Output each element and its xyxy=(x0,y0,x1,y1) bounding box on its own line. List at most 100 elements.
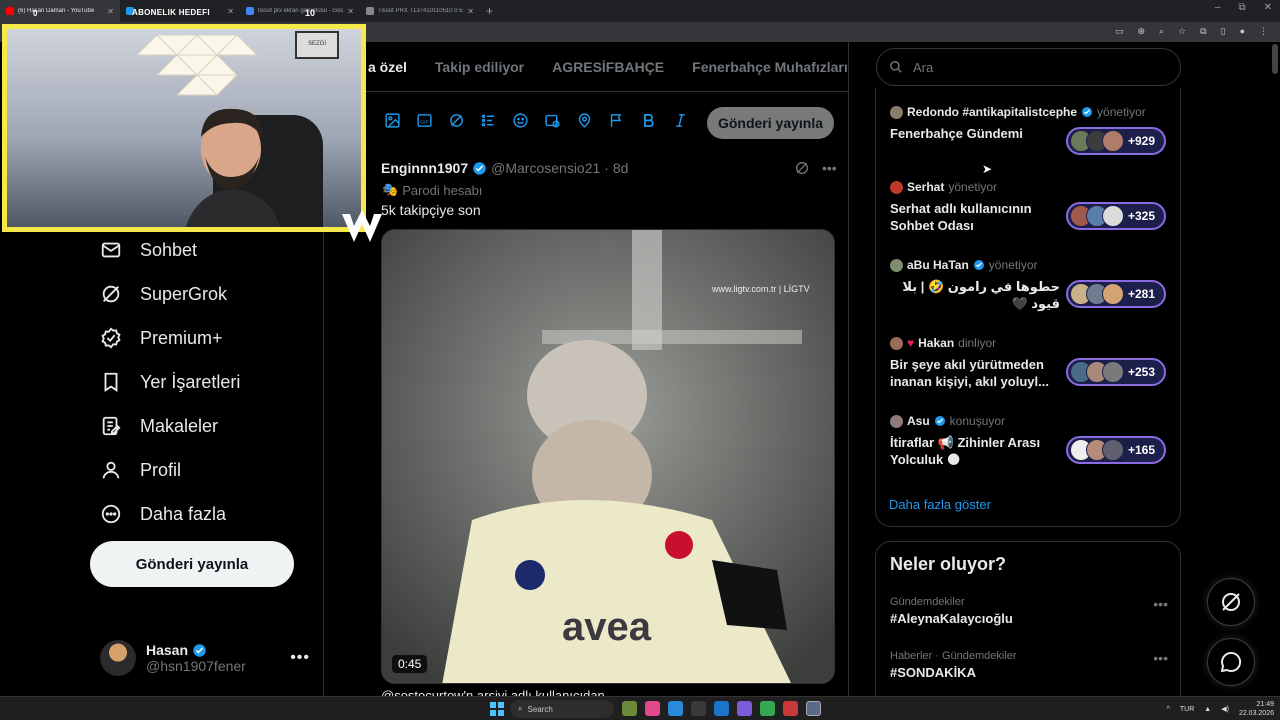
video-frame: avea www.ligtv.com.tr | LİGTV xyxy=(382,230,834,683)
extensions-icon[interactable]: ⧉ xyxy=(1200,26,1206,37)
trend-item[interactable]: Gündemdekiler #AleynaKalaycıoğlu ••• xyxy=(890,596,1168,626)
search-input[interactable] xyxy=(913,59,1153,75)
mask-icon: 🎭 xyxy=(382,182,399,197)
language-indicator[interactable]: TUR xyxy=(1180,706,1194,713)
page-scrollbar[interactable] xyxy=(1272,44,1278,74)
space-listeners-pill[interactable]: +281 xyxy=(1066,280,1166,308)
composer-publish-button[interactable]: Gönderi yayınla xyxy=(707,107,834,139)
volume-icon[interactable]: ◀) xyxy=(1221,705,1229,713)
space-listeners-pill[interactable]: +165 xyxy=(1066,436,1166,464)
grok-fab-button[interactable] xyxy=(1207,578,1255,626)
post-header: Enginnn1907 @Marcosensio21 · 8d xyxy=(381,160,628,176)
translate-icon[interactable]: ⊕ xyxy=(1138,26,1146,37)
nav-item-chat[interactable]: Sohbet xyxy=(88,228,318,272)
browser-tab-title: tissot prx ekran görüntüsü - Google xyxy=(258,8,344,14)
schedule-icon[interactable] xyxy=(544,112,561,129)
profile-icon[interactable]: ● xyxy=(1240,26,1245,37)
new-tab-button[interactable]: + xyxy=(486,4,493,18)
zoom-icon[interactable]: ⌕ xyxy=(1159,26,1164,37)
trend-more-icon[interactable]: ••• xyxy=(1153,650,1168,666)
post-button[interactable]: Gönderi yayınla xyxy=(90,541,294,587)
space-listeners-pill[interactable]: +253 xyxy=(1066,358,1166,386)
space-host: Serhat xyxy=(907,180,945,194)
tray-chevron-icon[interactable]: ^ xyxy=(1167,706,1170,713)
space-listener-count: +929 xyxy=(1128,134,1156,148)
trend-item[interactable]: Haberler · Gündemdekiler #SONDAKİKA ••• xyxy=(890,650,1168,680)
tab-following[interactable]: Takip ediliyor xyxy=(421,59,538,75)
browser-tab[interactable]: tissot prx ekran görüntüsü - Google ✕ xyxy=(240,0,360,22)
minimize-button[interactable]: – xyxy=(1215,2,1221,13)
taskbar-clock[interactable]: 21:49 22.03.2026 xyxy=(1239,700,1274,718)
emoji-icon[interactable] xyxy=(512,112,529,129)
article-icon xyxy=(102,416,121,436)
wall-frame: SEZGİ xyxy=(295,31,339,59)
edge-icon[interactable] xyxy=(668,701,683,716)
search-box[interactable] xyxy=(876,48,1181,86)
terminal-icon[interactable] xyxy=(691,701,706,716)
messages-fab-button[interactable] xyxy=(1207,638,1255,686)
app-icon[interactable] xyxy=(783,701,798,716)
space-item[interactable]: Serhat yönetiyor Serhat adlı kullanıcını… xyxy=(890,180,1170,233)
italic-icon[interactable] xyxy=(672,112,689,129)
video-duration: 0:45 xyxy=(392,655,428,673)
post-author-handle[interactable]: @Marcosensio21 xyxy=(491,160,600,176)
trend-more-icon[interactable]: ••• xyxy=(1153,596,1168,612)
browser-tab[interactable]: (6) Hasan Daman - YouTube ✕ xyxy=(0,0,120,22)
nav-item-bookmarks[interactable]: Yer İşaretleri xyxy=(88,360,318,404)
space-item[interactable]: Redondo #antikapitalistcephe yönetiyor F… xyxy=(890,105,1170,155)
flag-icon[interactable] xyxy=(608,112,625,129)
close-tab-icon[interactable]: ✕ xyxy=(227,7,234,16)
spaces-show-more-link[interactable]: Daha fazla göster xyxy=(889,497,991,512)
menu-icon[interactable]: ⋮ xyxy=(1259,26,1268,37)
gif-icon[interactable]: GIF xyxy=(416,112,433,129)
close-window-button[interactable]: ✕ xyxy=(1264,2,1272,13)
space-item[interactable]: aBu HaTan yönetiyor حطوها في رامون 🤣 | ب… xyxy=(890,258,1170,311)
space-title: Bir şeye akıl yürütmeden inanan kişiyi, … xyxy=(890,357,1049,389)
tab-agresifbahce[interactable]: AGRESİFBAHÇE xyxy=(538,59,678,75)
taskbar-search[interactable]: ⌕ Search xyxy=(510,700,614,718)
account-more-icon[interactable]: ••• xyxy=(290,649,310,667)
network-icon[interactable]: ▲ xyxy=(1204,706,1211,713)
space-listener-count: +325 xyxy=(1128,209,1156,223)
post-video[interactable]: avea www.ligtv.com.tr | LİGTV 0:45 xyxy=(381,229,835,684)
grok-icon[interactable] xyxy=(794,160,810,176)
close-tab-icon[interactable]: ✕ xyxy=(467,7,474,16)
space-listener-count: +253 xyxy=(1128,365,1156,379)
discord-icon[interactable] xyxy=(737,701,752,716)
close-tab-icon[interactable]: ✕ xyxy=(347,7,354,16)
post-author-name[interactable]: Enginnn1907 xyxy=(381,160,468,176)
nav-item-articles[interactable]: Makaleler xyxy=(88,404,318,448)
windows-start-icon[interactable] xyxy=(490,702,504,716)
nav-item-more[interactable]: Daha fazla xyxy=(88,492,318,536)
account-switcher[interactable]: Hasan @hsn1907fener ••• xyxy=(100,638,310,678)
sidepanel-icon[interactable]: ▯ xyxy=(1221,26,1226,37)
browser-tab[interactable]: Tissot PRX T137410110510 0 Erkek ✕ xyxy=(360,0,480,22)
space-item[interactable]: ♥ Hakan dinliyor Bir şeye akıl yürütmede… xyxy=(890,336,1170,389)
app-icon[interactable] xyxy=(645,701,660,716)
cast-icon[interactable]: ▭ xyxy=(1115,26,1124,37)
verified-badge-icon xyxy=(1082,107,1093,117)
bold-icon[interactable] xyxy=(640,112,657,129)
steam-icon[interactable] xyxy=(806,701,821,716)
maximize-button[interactable]: ⧉ xyxy=(1238,2,1245,13)
image-icon[interactable] xyxy=(384,112,401,129)
nav-item-profile[interactable]: Profil xyxy=(88,448,318,492)
close-tab-icon[interactable]: ✕ xyxy=(107,7,114,16)
chrome-icon[interactable] xyxy=(760,701,775,716)
location-icon[interactable] xyxy=(576,112,593,129)
space-listeners-pill[interactable]: +325 xyxy=(1066,202,1166,230)
space-item[interactable]: Asu konuşuyor İtiraflar 📢 Zihinler Arası… xyxy=(890,414,1170,467)
app-icon[interactable] xyxy=(622,701,637,716)
avatar xyxy=(890,336,903,350)
space-listeners-pill[interactable]: +929 xyxy=(1066,127,1166,155)
poll-icon[interactable] xyxy=(480,112,497,129)
grok-icon[interactable] xyxy=(448,112,465,129)
star-icon[interactable]: ☆ xyxy=(1178,26,1186,37)
mail-app-icon[interactable] xyxy=(714,701,729,716)
tab-fenerbahce-muhafizlari[interactable]: Fenerbahçe Muhafızları xyxy=(678,59,848,75)
nav-item-supergrok[interactable]: SuperGrok xyxy=(88,272,318,316)
trends-title: Neler oluyor? xyxy=(890,554,1007,574)
post-time[interactable]: · 8d xyxy=(604,160,628,176)
nav-item-premium[interactable]: Premium+ xyxy=(88,316,318,360)
post-more-icon[interactable]: ••• xyxy=(822,160,837,176)
